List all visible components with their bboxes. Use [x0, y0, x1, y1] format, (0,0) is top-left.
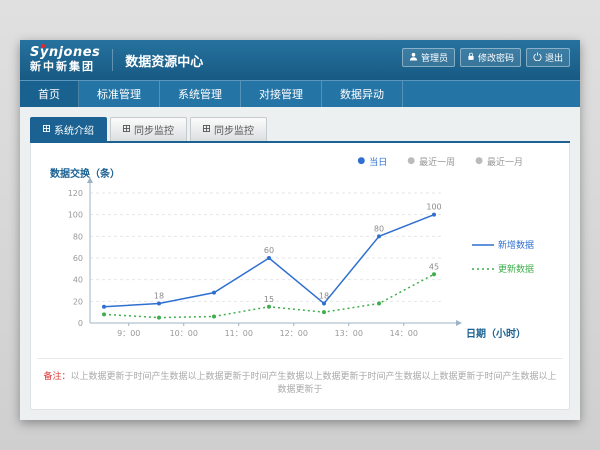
nav-item-label: 系统管理 — [178, 86, 222, 102]
nav-item-label: 数据异动 — [340, 86, 384, 102]
app-header: Synjones 新中新集团 数据资源中心 管理员 修改密码 — [20, 40, 580, 80]
svg-text:120: 120 — [68, 189, 83, 198]
remark-text: 以上数据更新于时间产生数据以上数据更新于时间产生数据以上数据更新于时间产生数据以… — [71, 372, 557, 395]
svg-text:100: 100 — [68, 211, 83, 220]
svg-text:更新数据: 更新数据 — [498, 263, 534, 275]
data-exchange-line-chart: 0 20 40 60 80 100 120 9：00 10：00 11：00 12：00 13：00 1… — [42, 163, 558, 363]
line-chart: 0 20 40 60 80 100 120 9：00 10：00 11：00 12：00 13：00 1… — [37, 168, 563, 358]
lock-icon — [467, 52, 475, 64]
nav-item-label: 标准管理 — [97, 86, 141, 102]
svg-text:18: 18 — [319, 292, 329, 301]
svg-text:12：00: 12：00 — [280, 329, 308, 338]
svg-text:45: 45 — [429, 262, 439, 271]
main-nav: 首页 标准管理 系统管理 对接管理 数据异动 — [20, 80, 580, 107]
svg-text:13：00: 13：00 — [335, 329, 363, 338]
nav-item-label: 首页 — [38, 86, 60, 102]
svg-text:0: 0 — [78, 319, 83, 328]
user-actions: 管理员 修改密码 退出 — [402, 48, 570, 67]
user-icon — [409, 52, 418, 64]
grid-icon — [203, 124, 210, 135]
tab-label: 系统介绍 — [54, 122, 94, 137]
svg-text:18: 18 — [154, 292, 164, 301]
svg-text:新增数据: 新增数据 — [498, 239, 534, 251]
power-icon — [533, 52, 542, 64]
nav-item-system-mgmt[interactable]: 系统管理 — [160, 81, 241, 107]
svg-text:9：00: 9：00 — [117, 329, 140, 338]
svg-text:100: 100 — [426, 203, 441, 212]
svg-text:15: 15 — [264, 295, 274, 304]
change-password-button-label: 修改密码 — [478, 51, 514, 64]
remark-note: 备注：以上数据更新于时间产生数据以上数据更新于时间产生数据以上数据更新于时间产生… — [37, 358, 563, 409]
nav-item-home[interactable]: 首页 — [20, 81, 79, 107]
svg-text:日期（小时）: 日期（小时） — [466, 327, 526, 340]
svg-text:40: 40 — [73, 276, 83, 285]
desktop-background: Synjones 新中新集团 数据资源中心 管理员 修改密码 — [0, 0, 600, 450]
brand-name: Synjones — [30, 46, 100, 61]
brand-logo: Synjones 新中新集团 — [30, 46, 100, 74]
grid-icon — [43, 124, 50, 135]
header-divider — [112, 49, 113, 71]
tab-label: 同步监控 — [214, 122, 254, 137]
grid-icon — [123, 124, 130, 135]
page-title: 数据资源中心 — [125, 51, 203, 70]
svg-text:数据交换（条）: 数据交换（条） — [50, 167, 120, 180]
svg-text:60: 60 — [264, 246, 274, 255]
nav-item-label: 对接管理 — [259, 86, 303, 102]
company-name: 新中新集团 — [30, 61, 100, 74]
admin-button-label: 管理员 — [421, 51, 448, 64]
svg-text:80: 80 — [73, 232, 83, 241]
tab-system-intro[interactable]: 系统介绍 — [30, 117, 107, 141]
tab-bar: 系统介绍 同步监控 同步监控 — [30, 117, 570, 143]
svg-text:60: 60 — [73, 254, 83, 263]
content-area: 系统介绍 同步监控 同步监控 ● — [20, 107, 580, 420]
tab-label: 同步监控 — [134, 122, 174, 137]
nav-item-data-change[interactable]: 数据异动 — [322, 81, 403, 107]
svg-text:14：00: 14：00 — [390, 329, 418, 338]
app-window: Synjones 新中新集团 数据资源中心 管理员 修改密码 — [20, 40, 580, 420]
remark-label: 备注： — [43, 372, 70, 382]
svg-text:20: 20 — [73, 297, 83, 306]
logout-button[interactable]: 退出 — [526, 48, 570, 67]
logout-button-label: 退出 — [545, 51, 563, 64]
svg-text:80: 80 — [374, 224, 384, 233]
tab-sync-monitor-1[interactable]: 同步监控 — [110, 117, 187, 141]
nav-item-interface-mgmt[interactable]: 对接管理 — [241, 81, 322, 107]
tab-sync-monitor-2[interactable]: 同步监控 — [190, 117, 267, 141]
svg-text:10：00: 10：00 — [170, 329, 198, 338]
change-password-button[interactable]: 修改密码 — [460, 48, 521, 67]
svg-text:11：00: 11：00 — [225, 329, 253, 338]
chart-panel: ● 当日 ● 最近一周 ● 最近一月 0204060801001209：0010… — [30, 143, 570, 410]
admin-button[interactable]: 管理员 — [402, 48, 455, 67]
nav-item-standard-mgmt[interactable]: 标准管理 — [79, 81, 160, 107]
